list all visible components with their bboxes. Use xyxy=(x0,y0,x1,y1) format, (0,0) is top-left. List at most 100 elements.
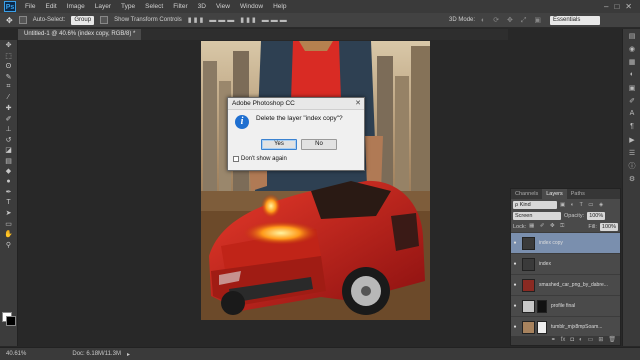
tab-channels[interactable]: Channels xyxy=(511,189,542,199)
properties-icon[interactable]: ☰ xyxy=(623,146,640,159)
character-icon[interactable]: A xyxy=(623,107,640,120)
zoom-level[interactable]: 40.61% xyxy=(6,351,26,357)
eraser-tool-icon[interactable]: ◪ xyxy=(0,145,17,156)
layer-row[interactable]: ● index xyxy=(511,253,620,274)
background-color-swatch[interactable] xyxy=(6,316,16,326)
document-tab[interactable]: Untitled-1 @ 40.6% (index copy, RGB/8) * xyxy=(18,29,142,40)
close-icon[interactable]: ✕ xyxy=(625,2,632,11)
menu-file[interactable]: File xyxy=(20,3,40,10)
3d-tool-icons[interactable]: ◐ ⟳ ✥ ⤢ ▣ xyxy=(481,16,544,25)
paragraph-icon[interactable]: ¶ xyxy=(623,120,640,133)
menu-window[interactable]: Window xyxy=(235,3,268,10)
fill-input[interactable]: 100% xyxy=(599,222,618,231)
add-mask-icon[interactable]: ◘ xyxy=(570,336,574,345)
document-tab-bar: Untitled-1 @ 40.6% (index copy, RGB/8) * xyxy=(18,29,508,40)
eye-icon[interactable]: ● xyxy=(511,282,519,288)
no-button[interactable]: No xyxy=(301,139,337,150)
yes-button[interactable]: Yes xyxy=(261,139,297,150)
auto-select-label: Auto-Select: xyxy=(32,17,66,23)
align-icons[interactable]: ▮▮▮ ▬▬▬ ▮▮▮ ▬▬▬ xyxy=(188,16,289,24)
options-right: 3D Mode: ◐ ⟳ ✥ ⤢ ▣ Essentials xyxy=(449,15,640,25)
eyedropper-tool-icon[interactable]: ⁄ xyxy=(0,93,17,104)
link-layers-icon[interactable]: ⚭ xyxy=(551,336,556,345)
crop-tool-icon[interactable]: ⌗ xyxy=(0,82,17,93)
move-tool-icon[interactable]: ✥ xyxy=(6,16,13,25)
menu-view[interactable]: View xyxy=(211,3,235,10)
layer-row[interactable]: ● tumblr_mjx8mpSoam... xyxy=(511,316,620,337)
layer-row[interactable]: ● profile final xyxy=(511,295,620,316)
menu-filter[interactable]: Filter xyxy=(168,3,192,10)
auto-select-checkbox[interactable] xyxy=(18,16,27,24)
history-brush-tool-icon[interactable]: ↺ xyxy=(0,135,17,146)
zoom-tool-icon[interactable]: ⚲ xyxy=(0,240,17,251)
dont-show-again-label: Don't show again xyxy=(241,156,287,162)
status-arrow-icon[interactable]: ▸ xyxy=(127,351,130,358)
menu-3d[interactable]: 3D xyxy=(193,3,211,10)
clone-stamp-tool-icon[interactable]: ⊥ xyxy=(0,124,17,135)
kind-filter-dropdown[interactable]: ρ Kind xyxy=(513,200,557,209)
workspace-dropdown[interactable]: Essentials xyxy=(550,15,600,25)
options-bar: ✥ Auto-Select: Group Show Transform Cont… xyxy=(0,13,640,28)
menu-image[interactable]: Image xyxy=(62,3,90,10)
lock-row: Lock: ▦ ✐ ✥ ⚿ Fill: 100% xyxy=(511,221,620,232)
tab-paths[interactable]: Paths xyxy=(567,189,589,199)
tab-layers[interactable]: Layers xyxy=(542,189,567,199)
actions-icon[interactable]: ▶ xyxy=(623,133,640,146)
color-icon[interactable]: ◉ xyxy=(623,42,640,55)
lock-icons[interactable]: ▦ ✐ ✥ ⚿ xyxy=(529,223,566,230)
eye-icon[interactable]: ● xyxy=(511,324,519,330)
eye-icon[interactable]: ● xyxy=(511,240,519,246)
maximize-icon[interactable]: □ xyxy=(614,2,619,11)
styles-icon[interactable]: ▣ xyxy=(623,81,640,94)
menu-help[interactable]: Help xyxy=(268,3,291,10)
quick-select-tool-icon[interactable]: ✎ xyxy=(0,72,17,83)
path-select-tool-icon[interactable]: ➤ xyxy=(0,208,17,219)
lasso-tool-icon[interactable]: ʘ xyxy=(0,61,17,72)
adjustments-icon[interactable]: ◐ xyxy=(623,68,640,81)
document-canvas[interactable] xyxy=(201,41,430,320)
opacity-label: Opacity: xyxy=(564,212,585,219)
menu-bar: Ps File Edit Image Layer Type Select Fil… xyxy=(0,0,640,13)
marquee-tool-icon[interactable]: ⬚ xyxy=(0,51,17,62)
eye-icon[interactable]: ● xyxy=(511,261,519,267)
dodge-tool-icon[interactable]: ● xyxy=(0,177,17,188)
layer-row[interactable]: ● index copy xyxy=(511,232,620,253)
delete-layer-icon[interactable]: 🗑 xyxy=(608,336,616,345)
menu-type[interactable]: Type xyxy=(116,3,140,10)
minimize-icon[interactable]: – xyxy=(604,2,608,11)
hand-tool-icon[interactable]: ✋ xyxy=(0,229,17,240)
menu-select[interactable]: Select xyxy=(140,3,168,10)
new-group-icon[interactable]: ▭ xyxy=(588,336,594,345)
shape-tool-icon[interactable]: ▭ xyxy=(0,219,17,230)
brush-presets-icon[interactable]: ✐ xyxy=(623,94,640,107)
dialog-title: Adobe Photoshop CC xyxy=(228,98,364,110)
show-transform-checkbox[interactable] xyxy=(100,16,109,24)
dialog-close-icon[interactable]: ✕ xyxy=(355,99,361,107)
blur-tool-icon[interactable]: ◆ xyxy=(0,166,17,177)
auto-select-dropdown[interactable]: Group xyxy=(71,15,95,25)
eye-icon[interactable]: ● xyxy=(511,303,519,309)
dont-show-again-checkbox[interactable] xyxy=(233,156,239,162)
move-tool-icon[interactable]: ✥ xyxy=(0,40,17,51)
adjustment-layer-icon[interactable]: ◐ xyxy=(579,336,583,345)
layer-row[interactable]: ● smashed_car_png_by_dabre... xyxy=(511,274,620,295)
menu-edit[interactable]: Edit xyxy=(40,3,61,10)
info-panel-icon[interactable]: ⓘ xyxy=(623,159,640,172)
info-icon: i xyxy=(235,115,249,129)
tool-presets-icon[interactable]: ⚙ xyxy=(623,172,640,185)
pen-tool-icon[interactable]: ✒ xyxy=(0,187,17,198)
show-transform-label: Show Transform Controls xyxy=(114,17,182,23)
gradient-tool-icon[interactable]: ▤ xyxy=(0,156,17,167)
blend-mode-dropdown[interactable]: Screen xyxy=(513,211,561,220)
swatches-icon[interactable]: ▦ xyxy=(623,55,640,68)
filter-icons[interactable]: ▣ ◐ T ▭ ◈ xyxy=(560,202,605,208)
layer-thumbnail xyxy=(522,299,535,313)
healing-brush-tool-icon[interactable]: ✚ xyxy=(0,103,17,114)
brush-tool-icon[interactable]: ✐ xyxy=(0,114,17,125)
opacity-input[interactable]: 100% xyxy=(587,211,606,220)
new-layer-icon[interactable]: ⊞ xyxy=(598,336,603,345)
menu-layer[interactable]: Layer xyxy=(90,3,116,10)
layer-style-icon[interactable]: fx xyxy=(561,336,566,345)
type-tool-icon[interactable]: T xyxy=(0,198,17,209)
history-icon[interactable]: ▤ xyxy=(623,29,640,42)
